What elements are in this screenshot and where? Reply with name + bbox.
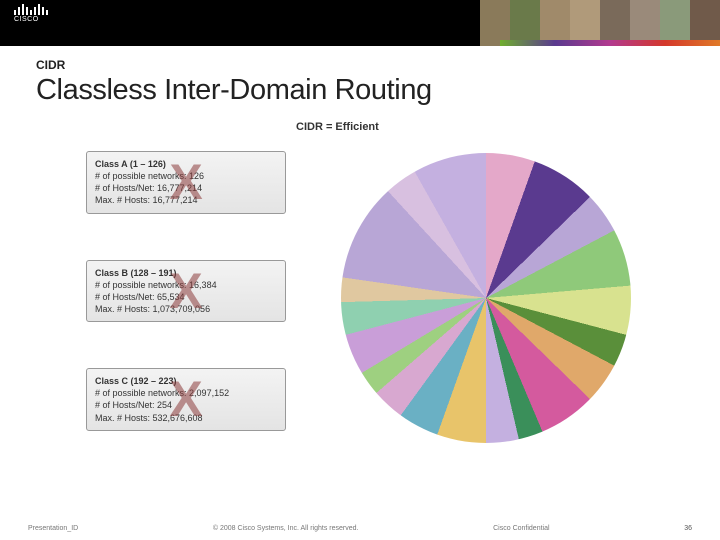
card-line: # of possible networks: 16,384 [95,279,277,291]
cisco-logo: CISCO [14,4,48,23]
class-a-card: Class A (1 – 126) # of possible networks… [86,151,286,214]
slide-title: Classless Inter-Domain Routing [36,74,720,107]
class-b-card: Class B (128 – 191) # of possible networ… [86,260,286,323]
footer-copyright: © 2008 Cisco Systems, Inc. All rights re… [213,525,359,532]
card-title: Class C (192 – 223) [95,375,277,387]
card-line: Max. # Hosts: 16,777,214 [95,194,277,206]
card-line: Max. # Hosts: 1,073,709,056 [95,303,277,315]
class-c-card: Class C (192 – 223) # of possible networ… [86,368,286,431]
slide-topic: CIDR [36,58,720,72]
header-collage [480,0,720,46]
class-cards: Class A (1 – 126) # of possible networks… [86,151,286,477]
card-line: # of Hosts/Net: 254 [95,399,277,411]
slide-footer: Presentation_ID © 2008 Cisco Systems, In… [0,525,720,532]
card-line: # of possible networks: 126 [95,170,277,182]
cidr-efficient-label: CIDR = Efficient [296,121,379,133]
card-line: # of Hosts/Net: 65,534 [95,291,277,303]
card-title: Class A (1 – 126) [95,158,277,170]
card-line: # of Hosts/Net: 16,777,214 [95,182,277,194]
footer-confidential: Cisco Confidential [493,525,549,532]
card-title: Class B (128 – 191) [95,267,277,279]
header-bar: CISCO [0,0,720,46]
cidr-pie-chart [341,153,631,443]
footer-presentation-id: Presentation_ID [28,525,78,532]
card-line: # of possible networks: 2,097,152 [95,387,277,399]
logo-text: CISCO [14,16,48,23]
gradient-bar [500,40,720,46]
footer-page-number: 36 [684,525,692,532]
card-line: Max. # Hosts: 532,676,608 [95,412,277,424]
